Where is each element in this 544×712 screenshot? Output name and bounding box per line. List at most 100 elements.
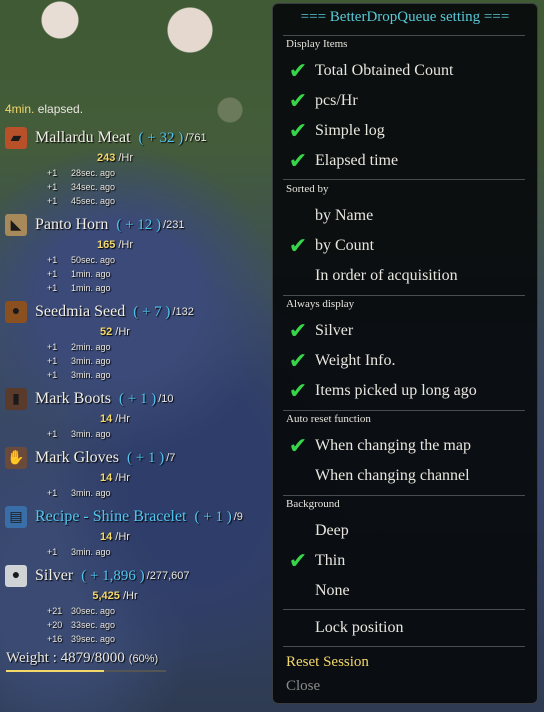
item-name: Silver: [35, 567, 74, 584]
item-rate-unit: /Hr: [115, 239, 134, 251]
option-lock-position[interactable]: Lock position: [287, 616, 403, 640]
item-name: Mark Gloves: [35, 449, 119, 466]
log-entry-count: +20: [47, 620, 63, 630]
checkmark-icon: ✔: [288, 88, 308, 114]
option-background-none[interactable]: None: [287, 579, 350, 603]
settings-panel: === BetterDropQueue setting === Display …: [272, 3, 538, 704]
checkbox-empty: [287, 465, 309, 487]
log-entry-count: +1: [47, 283, 58, 293]
elapsed-time: 4min. elapsed.: [5, 102, 83, 116]
option-elapsed-time[interactable]: ✔ Elapsed time: [287, 149, 398, 174]
checkmark-icon: ✔: [288, 348, 308, 374]
weight-bar-fill: [6, 670, 104, 672]
item-gain: ( + 32 ): [138, 129, 184, 146]
item-rate-value: 5,425: [92, 590, 120, 602]
drop-item-header: ▮ Mark Boots ( + 1 )/10: [5, 387, 267, 411]
option-reset-on-map-change[interactable]: ✔ When changing the map: [287, 434, 471, 459]
log-entry: +16 39sec. ago: [5, 632, 267, 646]
option-background-thin[interactable]: ✔ Thin: [287, 549, 346, 574]
reset-session-button[interactable]: Reset Session: [286, 654, 369, 671]
option-items-long-ago[interactable]: ✔ Items picked up long ago: [287, 379, 477, 404]
close-button[interactable]: Close: [286, 678, 320, 695]
option-label: Simple log: [315, 122, 385, 139]
gloves-icon: ✋: [5, 447, 27, 469]
item-name: Mark Boots: [35, 390, 111, 407]
option-simple-log[interactable]: ✔ Simple log: [287, 118, 385, 144]
log-entry-time: 50sec. ago: [71, 255, 116, 265]
checkbox-empty: [287, 520, 309, 542]
log-entry-count: +1: [47, 547, 58, 557]
drop-item: ▮ Mark Boots ( + 1 )/10 14 /Hr +1 3min. ago: [5, 387, 267, 441]
log-entry: +1 1min. ago: [5, 267, 267, 281]
section-display-items: Display Items: [286, 38, 348, 50]
option-silver[interactable]: ✔ Silver: [287, 318, 354, 344]
item-name: Seedmia Seed: [35, 303, 126, 320]
divider: [283, 295, 525, 296]
horn-icon: ◣: [5, 214, 27, 236]
option-weight-info[interactable]: ✔ Weight Info.: [287, 348, 396, 374]
log-entry-time: 30sec. ago: [71, 606, 116, 616]
meat-icon: ▰: [5, 127, 27, 149]
option-sort-by-acquisition[interactable]: In order of acquisition: [287, 264, 458, 288]
option-label: When changing channel: [315, 467, 470, 484]
drop-item: ● Seedmia Seed ( + 7 )/132 52 /Hr +1 2min. ag…: [5, 300, 267, 382]
seed-icon: ●: [5, 301, 27, 323]
item-rate: 14 /Hr: [5, 529, 225, 545]
log-entry-time: 1min. ago: [71, 283, 111, 293]
option-reset-on-channel-change[interactable]: When changing channel: [287, 464, 470, 488]
item-rate-unit: /Hr: [112, 413, 130, 425]
log-entry-time: 33sec. ago: [71, 620, 116, 630]
log-entry-time: 3min. ago: [71, 488, 111, 498]
elapsed-label: elapsed.: [37, 102, 84, 116]
drop-item-header: ● Silver ( + 1,896 )/277,607: [5, 564, 267, 588]
checkmark-icon: ✔: [288, 318, 308, 344]
item-rate-unit: /Hr: [112, 472, 130, 484]
item-rate: 52 /Hr: [5, 324, 225, 340]
option-label: Silver: [315, 322, 354, 339]
checkmark-icon: ✔: [288, 118, 308, 144]
divider: [283, 410, 525, 411]
log-entry-count: +1: [47, 182, 58, 192]
item-rate-value: 165: [96, 239, 116, 251]
item-rate-unit: /Hr: [119, 590, 138, 602]
weight-info: Weight : 4879/8000 (60%): [6, 650, 158, 667]
option-sort-by-count[interactable]: ✔ by Count: [287, 234, 374, 259]
log-entry-time: 3min. ago: [71, 370, 111, 380]
log-entry: +1 28sec. ago: [5, 166, 267, 180]
item-rate-unit: /Hr: [112, 531, 130, 543]
item-gain: ( + 12 ): [116, 216, 162, 233]
log-entry-count: +1: [47, 429, 58, 439]
option-total-obtained-count[interactable]: ✔ Total Obtained Count: [287, 59, 454, 84]
checkbox-empty: [287, 580, 309, 602]
item-rate-value: 14: [100, 413, 113, 425]
option-background-deep[interactable]: Deep: [287, 519, 349, 543]
checkbox-empty: [287, 205, 309, 227]
section-sorted-by: Sorted by: [286, 183, 329, 195]
log-entry: +1 2min. ago: [5, 340, 267, 354]
item-name: Recipe - Shine Bracelet: [35, 508, 187, 525]
option-label: None: [315, 582, 350, 599]
drop-item: ▤ Recipe - Shine Bracelet( + 1 )/9 14 /Hr +…: [5, 505, 267, 559]
section-auto-reset: Auto reset function: [286, 413, 371, 425]
item-gain: ( + 1,896 ): [81, 567, 145, 584]
checkbox-empty: [287, 617, 309, 639]
drop-item: ◣ Panto Horn ( + 12 )/231 165 /Hr +1 50sec. a…: [5, 213, 267, 295]
option-label: Thin: [315, 552, 346, 569]
log-entry-time: 45sec. ago: [71, 196, 116, 206]
item-name: Mallardu Meat: [35, 129, 131, 146]
option-sort-by-name[interactable]: by Name: [287, 204, 373, 228]
option-pcs-hr[interactable]: ✔ pcs/Hr: [287, 88, 358, 114]
divider: [283, 609, 525, 610]
drop-item: ▰ Mallardu Meat ( + 32 )/761 243 /Hr +1 28sec…: [5, 126, 267, 208]
section-always-display: Always display: [286, 298, 355, 310]
item-total: /132: [172, 306, 194, 318]
log-entry-count: +1: [47, 342, 58, 352]
item-rate-value: 52: [100, 326, 113, 338]
log-entry: +1 34sec. ago: [5, 180, 267, 194]
boots-icon: ▮: [5, 388, 27, 410]
option-label: Items picked up long ago: [315, 382, 477, 399]
divider: [283, 495, 525, 496]
panel-title: === BetterDropQueue setting ===: [300, 9, 510, 25]
item-rate: 5,425 /Hr: [5, 588, 225, 604]
log-entry: +21 30sec. ago: [5, 604, 267, 618]
